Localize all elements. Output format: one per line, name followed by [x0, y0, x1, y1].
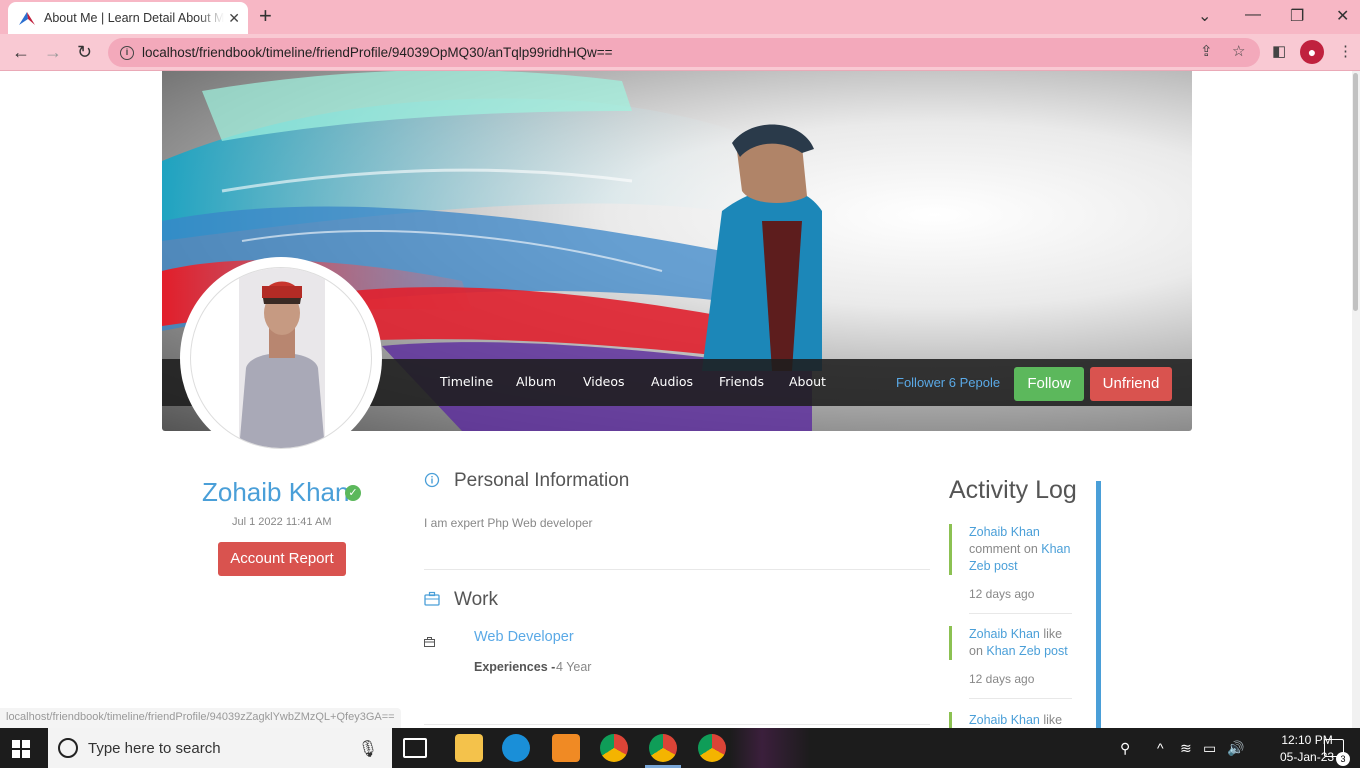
- info-circle-icon: [424, 472, 440, 492]
- back-arrow-icon[interactable]: ←: [12, 42, 30, 63]
- close-window-icon[interactable]: ✕: [1336, 6, 1349, 26]
- cortana-ring-icon: [58, 738, 78, 758]
- show-hidden-icons-chevron-icon[interactable]: ^: [1157, 740, 1164, 756]
- sublime-text-icon[interactable]: [552, 734, 580, 762]
- tab-title: About Me | Learn Detail About Me: [44, 11, 224, 25]
- browser-profile-avatar-icon[interactable]: ●: [1300, 40, 1324, 64]
- minimize-icon[interactable]: —: [1245, 6, 1261, 24]
- url-field[interactable]: i localhost/friendbook/timeline/friendPr…: [108, 38, 1260, 67]
- nav-audios[interactable]: Audios: [651, 374, 693, 389]
- activity-action: like: [1043, 713, 1063, 727]
- profile-name[interactable]: Zohaib Khan: [202, 477, 349, 508]
- battery-icon[interactable]: ▭: [1203, 740, 1216, 757]
- site-favicon-icon: [19, 12, 35, 25]
- activity-accent-bar: [1096, 481, 1101, 728]
- nav-friends[interactable]: Friends: [719, 374, 764, 389]
- chrome-profile-icon[interactable]: [649, 734, 677, 762]
- personal-info-title: Personal Information: [454, 470, 630, 491]
- about-text: I am expert Php Web developer: [424, 516, 593, 530]
- people-icon[interactable]: ⚲: [1120, 740, 1130, 757]
- experience-value: 4 Year: [556, 660, 592, 674]
- side-panel-icon[interactable]: ◧: [1272, 42, 1286, 60]
- chrome-icon[interactable]: [600, 734, 628, 762]
- windows-start-icon[interactable]: [12, 740, 30, 758]
- restore-icon[interactable]: ❐: [1290, 6, 1304, 26]
- join-date: Jul 1 2022 11:41 AM: [232, 516, 332, 528]
- url-text: localhost/friendbook/timeline/friendProf…: [142, 45, 613, 60]
- share-icon[interactable]: ⇪: [1200, 42, 1213, 60]
- menu-kebab-icon[interactable]: ⋮: [1338, 42, 1353, 60]
- activity-user-link[interactable]: Zohaib Khan: [969, 713, 1040, 727]
- nav-timeline[interactable]: Timeline: [440, 374, 493, 389]
- wifi-icon[interactable]: ≋: [1180, 740, 1192, 757]
- bookmark-star-icon[interactable]: ☆: [1232, 42, 1245, 60]
- microphone-icon[interactable]: 🎙: [358, 739, 378, 759]
- edge-browser-icon[interactable]: [502, 734, 530, 762]
- section-divider: [424, 724, 930, 725]
- task-view-icon[interactable]: [403, 738, 427, 758]
- follow-button[interactable]: Follow: [1014, 367, 1084, 401]
- section-divider: [424, 569, 930, 570]
- activity-time: 12 days ago: [969, 587, 1035, 601]
- activity-target-link[interactable]: Khan Zeb post: [986, 644, 1067, 658]
- activity-divider: [969, 613, 1072, 614]
- activity-time: 12 days ago: [969, 672, 1035, 686]
- forward-arrow-icon[interactable]: →: [44, 42, 62, 63]
- new-tab-icon[interactable]: +: [259, 5, 272, 27]
- follower-count[interactable]: Follower 6 Pepole: [896, 375, 1000, 390]
- browser-tab[interactable]: About Me | Learn Detail About Me ✕: [8, 2, 248, 34]
- taskbar-background-art: [730, 728, 810, 768]
- briefcase-icon: [424, 591, 440, 610]
- volume-icon[interactable]: 🔊: [1227, 740, 1244, 757]
- chrome-profile-2-icon[interactable]: [698, 734, 726, 762]
- work-title: Work: [454, 589, 498, 610]
- nav-album[interactable]: Album: [516, 374, 556, 389]
- nav-videos[interactable]: Videos: [583, 374, 625, 389]
- unfriend-button[interactable]: Unfriend: [1090, 367, 1172, 401]
- activity-action: comment on: [969, 542, 1038, 556]
- avatar-photo: [190, 267, 372, 449]
- small-briefcase-icon: [424, 634, 435, 651]
- taskbar-search-box[interactable]: Type here to search 🎙: [48, 728, 392, 768]
- notification-count-badge: 3: [1336, 752, 1350, 766]
- close-tab-icon[interactable]: ✕: [228, 10, 240, 27]
- link-status-bubble: localhost/friendbook/timeline/friendProf…: [0, 708, 401, 728]
- work-role-link[interactable]: Web Developer: [474, 629, 574, 645]
- activity-divider: [969, 698, 1072, 699]
- experience-label: Experiences -: [474, 660, 556, 674]
- tab-search-icon[interactable]: ⌄: [1198, 6, 1211, 26]
- activity-user-link[interactable]: Zohaib Khan: [969, 525, 1040, 539]
- file-explorer-icon[interactable]: [455, 734, 483, 762]
- address-toolbar: ← → ↻ i localhost/friendbook/timeline/fr…: [0, 34, 1360, 71]
- activity-item: Zohaib Khan comment on Khan Zeb post: [949, 524, 1075, 575]
- account-report-button[interactable]: Account Report: [218, 542, 346, 576]
- scrollbar-thumb[interactable]: [1353, 73, 1358, 311]
- taskbar-search-placeholder: Type here to search: [88, 739, 221, 757]
- nav-about[interactable]: About: [789, 374, 826, 389]
- page-scrollbar[interactable]: [1352, 71, 1360, 728]
- reload-icon[interactable]: ↻: [77, 42, 92, 63]
- verified-check-icon: ✓: [345, 485, 361, 501]
- activity-user-link[interactable]: Zohaib Khan: [969, 627, 1040, 641]
- activity-item: Zohaib Khan like: [949, 712, 1075, 728]
- activity-item: Zohaib Khan like on Khan Zeb post: [949, 626, 1075, 660]
- profile-avatar[interactable]: [180, 257, 382, 459]
- avatar-art: [239, 268, 325, 448]
- site-info-icon[interactable]: i: [120, 45, 134, 60]
- activity-log-title: Activity Log: [949, 476, 1077, 504]
